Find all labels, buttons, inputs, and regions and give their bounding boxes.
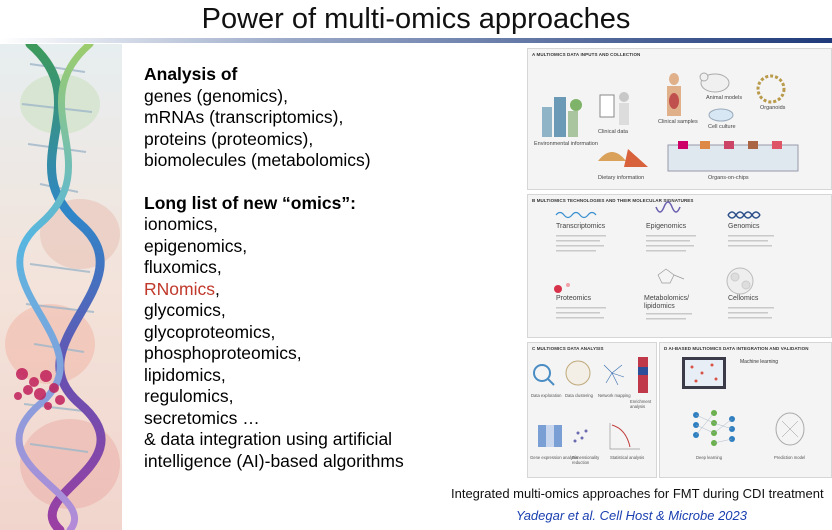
title-underline-bar [0, 38, 832, 43]
panel-a-item: Clinical samples [658, 119, 698, 125]
analysis-item: mRNAs (transcriptomics), [144, 107, 344, 127]
panel-b-item: Proteomics [556, 295, 592, 302]
omics-item: phosphoproteomics, [144, 343, 302, 363]
citation: Yadegar et al. Cell Host & Microbe 2023 [516, 508, 747, 523]
panel-c-item: Network mapping [598, 393, 631, 398]
panel-c-item: Enrichment analysis [630, 399, 652, 409]
panel-b-item: Cellomics [728, 295, 759, 302]
panel-a-item: Animal models [706, 95, 743, 101]
panel-a-item: Cell culture [708, 124, 736, 130]
omics-item-rnomics: RNomics, [144, 278, 220, 299]
panel-c-item: Statistical analysis [610, 455, 645, 460]
panel-c-item: Dimensionality reduction [572, 455, 600, 465]
multiomics-figure: A MULTIOMICS DATA INPUTS AND COLLECTION [527, 48, 832, 478]
figure-panel-b: B MULTIOMICS TECHNOLOGIES AND THEIR MOLE… [527, 194, 832, 338]
omics-list-heading: Long list of new “omics”: [144, 192, 356, 213]
omics-item: glycoproteomics, [144, 321, 276, 342]
panel-b-item: Metabolomics/ lipidomics [644, 295, 690, 310]
omics-item: intelligence (AI)-based algorithms [144, 450, 404, 471]
panel-c-item: Gene expression analysis [530, 455, 578, 460]
panel-c-item: Data clustering [565, 393, 593, 398]
panel-d-item: Deep learning [696, 455, 723, 460]
figure-panel-d: D AI-BASED MULTIOMICS DATA INTEGRATION A… [659, 342, 832, 478]
panel-a-item: Environmental information [534, 141, 598, 147]
analysis-item: proteins (proteomics), [144, 128, 314, 149]
panel-a-item: Organs-on-chips [708, 175, 749, 181]
omics-item: epigenomics, [144, 235, 248, 256]
analysis-item: biomolecules (metabolomics) [144, 150, 371, 170]
slide-title: Power of multi-omics approaches [201, 3, 631, 35]
panel-a-item: Clinical data [598, 129, 628, 135]
panel-b-illustrations [554, 201, 774, 320]
panel-c-item: Data exploration [531, 393, 562, 398]
omics-item: ionomics, [144, 214, 218, 234]
panel-b-item: Transcriptomics [556, 223, 606, 230]
panel-a-item: Organoids [760, 105, 786, 111]
dna-helix-illustration [0, 44, 122, 530]
omics-item: regulomics, [144, 386, 234, 406]
figure-panel-a: A MULTIOMICS DATA INPUTS AND COLLECTION [527, 48, 832, 190]
panel-d-item: Machine learning [740, 359, 779, 365]
analysis-item: genes (genomics), [144, 85, 288, 106]
omics-item: secretomics … [144, 407, 260, 428]
panel-d-item: Prediction model [774, 455, 806, 460]
omics-item: glycomics, [144, 300, 226, 320]
panel-b-item: Epigenomics [646, 223, 687, 230]
omics-item: lipidomics, [144, 364, 226, 385]
rnomics-highlight: RNomics [144, 278, 215, 299]
analysis-heading: Analysis of [144, 64, 238, 84]
panel-a-item: Dietary information [598, 175, 645, 181]
omics-text-column: Analysis of genes (genomics), mRNAs (tra… [144, 64, 464, 472]
omics-item: & data integration using artificial [144, 429, 393, 449]
figure-caption: Integrated multi-omics approaches for FM… [451, 486, 824, 501]
figure-panel-c: C MULTIOMICS DATA ANALYSIS Data explorat… [527, 342, 657, 478]
panel-b-item: Genomics [728, 223, 760, 230]
omics-item: fluxomics, [144, 257, 222, 277]
